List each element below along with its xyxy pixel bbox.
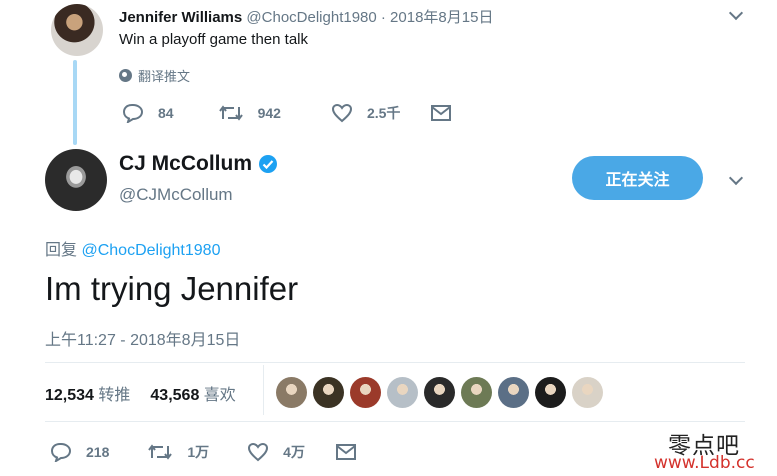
- retweets-stat[interactable]: 12,534 转推: [45, 381, 130, 405]
- liker-avatar-2[interactable]: [313, 377, 344, 408]
- main-tweet-actions: 218 1万 4万: [50, 442, 357, 462]
- thread-connector-line: [73, 60, 77, 145]
- reply-retweet-button[interactable]: 942: [218, 103, 281, 123]
- main-reply-count: 218: [86, 444, 110, 460]
- main-author-avatar[interactable]: [45, 149, 107, 211]
- stats-bottom-divider: [45, 421, 745, 422]
- reply-tweet-text: Win a playoff game then talk: [119, 31, 308, 48]
- reply-count: 84: [158, 105, 174, 121]
- reply-author-name[interactable]: Jennifer Williams: [119, 9, 242, 26]
- main-tweet-text: Im trying Jennifer: [45, 270, 299, 307]
- main-more-chevron-down-icon[interactable]: [728, 170, 744, 186]
- likes-stat[interactable]: 43,568 喜欢: [150, 381, 235, 405]
- translate-tweet-link[interactable]: 翻译推文: [119, 66, 190, 85]
- liker-avatar-3[interactable]: [350, 377, 381, 408]
- stats-separator: [263, 365, 264, 415]
- reply-dm-button[interactable]: [430, 104, 452, 122]
- liker-avatar-5[interactable]: [424, 377, 455, 408]
- reply-icon: [122, 103, 144, 123]
- main-reply-button[interactable]: 218: [50, 442, 109, 462]
- verified-badge-icon: [258, 154, 278, 174]
- liker-avatar-1[interactable]: [276, 377, 307, 408]
- reply-icon: [50, 442, 72, 462]
- heart-icon: [331, 103, 353, 123]
- globe-icon: [119, 69, 132, 82]
- liker-avatar-7[interactable]: [498, 377, 529, 408]
- reply-tweet-actions: 84 942 2.5千: [122, 103, 452, 123]
- likes-stat-count: 43,568: [150, 387, 200, 404]
- like-count: 2.5千: [366, 105, 401, 121]
- main-like-button[interactable]: 4万: [247, 442, 305, 462]
- main-retweet-button[interactable]: 1万: [147, 442, 209, 462]
- reply-tweet-header: Jennifer Williams @ChocDelight1980 · 201…: [119, 6, 493, 27]
- liker-avatar-4[interactable]: [387, 377, 418, 408]
- tweet-timestamp[interactable]: 上午11:27 - 2018年8月15日: [45, 326, 240, 350]
- stats-top-divider: [45, 362, 745, 363]
- liker-avatar-9[interactable]: [572, 377, 603, 408]
- following-button[interactable]: 正在关注: [572, 156, 703, 200]
- reply-author-handle-date[interactable]: @ChocDelight1980 · 2018年8月15日: [246, 9, 493, 26]
- retweets-stat-count: 12,534: [45, 387, 94, 404]
- reply-like-button[interactable]: 2.5千: [331, 103, 400, 123]
- retweet-icon: [218, 103, 244, 123]
- heart-icon: [247, 442, 269, 462]
- liker-avatars: [276, 377, 603, 408]
- main-author-handle[interactable]: @CJMcCollum: [119, 185, 233, 205]
- replying-prefix: 回复: [45, 242, 78, 259]
- main-author-name: CJ McCollum: [119, 152, 253, 175]
- replying-to-line: 回复 @ChocDelight1980: [45, 236, 220, 260]
- reply-reply-button[interactable]: 84: [122, 103, 174, 123]
- retweet-icon: [147, 442, 173, 462]
- main-like-count: 4万: [283, 444, 305, 460]
- likes-stat-label: 喜欢: [203, 387, 236, 404]
- translate-label: 翻译推文: [138, 69, 191, 84]
- reply-more-chevron-down-icon[interactable]: [728, 5, 744, 21]
- main-author-name-row[interactable]: CJ McCollum: [119, 152, 278, 176]
- envelope-icon: [430, 104, 452, 122]
- liker-avatar-6[interactable]: [461, 377, 492, 408]
- retweets-stat-label: 转推: [98, 387, 131, 404]
- reply-author-avatar[interactable]: [51, 4, 103, 56]
- retweet-count: 942: [257, 105, 281, 121]
- main-dm-button[interactable]: [335, 443, 357, 461]
- main-retweet-count: 1万: [187, 444, 210, 460]
- watermark-url: www.Ldb.cc: [654, 453, 755, 473]
- engagement-stats: 12,534 转推 43,568 喜欢: [45, 381, 236, 405]
- liker-avatar-8[interactable]: [535, 377, 566, 408]
- replying-to-handle-link[interactable]: @ChocDelight1980: [81, 242, 220, 259]
- envelope-icon: [335, 443, 357, 461]
